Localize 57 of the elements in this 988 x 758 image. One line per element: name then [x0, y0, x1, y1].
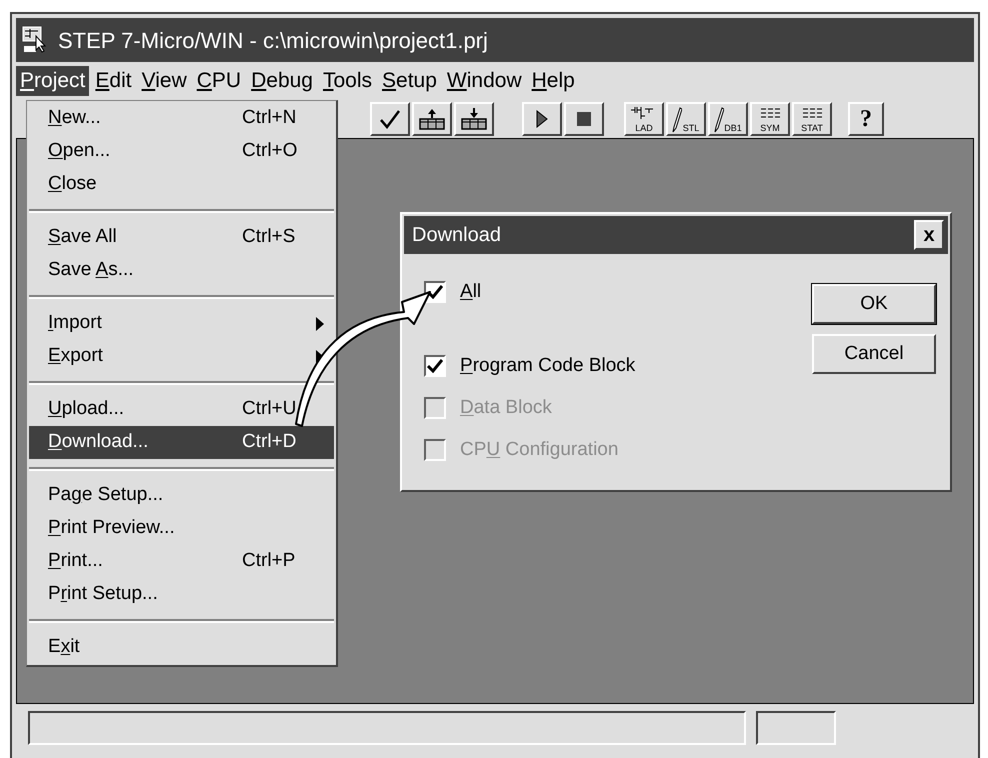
checkmark-icon	[427, 285, 443, 299]
submenu-arrow-icon	[316, 316, 324, 330]
menu-item[interactable]: Import	[29, 307, 334, 340]
menu-item[interactable]: Save All Ctrl+S	[29, 221, 334, 254]
window-title: STEP 7-Micro/WIN - c:\microwin\project1.prj	[58, 26, 488, 55]
checkmark-icon	[427, 359, 443, 373]
menu-bar-item[interactable]: Debug	[247, 66, 317, 96]
help-button[interactable]: ?	[848, 102, 884, 136]
menu-bar-item[interactable]: Help	[528, 66, 579, 96]
checkbox-label: All	[460, 280, 482, 304]
checkmark-icon	[378, 108, 402, 130]
checkbox-label: Data Block	[460, 396, 552, 420]
checkbox-label: Program Code Block	[460, 354, 636, 378]
menu-bar-item[interactable]: Project	[16, 66, 90, 96]
table-lines-icon	[761, 108, 781, 120]
pencil-icon	[672, 107, 682, 133]
pencil-icon	[714, 107, 724, 133]
close-button[interactable]: x	[914, 220, 944, 250]
menu-item[interactable]: Upload... Ctrl+U	[29, 393, 334, 426]
toolbar-button[interactable]: DB1	[708, 102, 748, 136]
upload-arrow-icon	[418, 107, 446, 131]
menu-item[interactable]: Open... Ctrl+O	[29, 135, 334, 168]
checkbox-label: CPU Configuration	[460, 438, 618, 462]
menu-item[interactable]: Print Setup...	[29, 578, 334, 611]
menu-item[interactable]: Download... Ctrl+D	[29, 426, 334, 459]
menu-item[interactable]: Exit	[29, 631, 334, 664]
toolbar-button[interactable]: LAD	[624, 102, 664, 136]
app-icon	[22, 26, 46, 54]
menu-bar-item[interactable]: Setup	[378, 66, 441, 96]
table-lines-icon	[803, 108, 823, 120]
menu-bar-item[interactable]: Edit	[91, 66, 136, 96]
ladder-icon	[631, 107, 655, 119]
upload-button[interactable]	[412, 102, 452, 136]
menu-bar-item[interactable]: CPU	[192, 66, 246, 96]
stop-button[interactable]	[564, 102, 604, 136]
menu-item[interactable]: Close	[29, 168, 334, 201]
run-button[interactable]	[522, 102, 562, 136]
checkbox[interactable]	[424, 355, 446, 377]
toolbar-button[interactable]: STAT	[792, 102, 832, 136]
stop-icon	[576, 111, 592, 127]
dialog-button[interactable]: Cancel	[812, 334, 936, 374]
download-button[interactable]	[454, 102, 494, 136]
toolbar-button[interactable]: SYM	[750, 102, 790, 136]
toolbar-button[interactable]: STL	[666, 102, 706, 136]
dialog-button[interactable]: OK	[812, 284, 936, 324]
menu-bar-item[interactable]: View	[138, 66, 191, 96]
download-arrow-icon	[460, 107, 488, 131]
check-button[interactable]	[370, 102, 410, 136]
dialog-title: Download	[412, 223, 501, 248]
menu-item[interactable]: Save As...	[29, 254, 334, 287]
menu-bar-item[interactable]: Tools	[318, 66, 376, 96]
menu-item[interactable]: Print Preview...	[29, 512, 334, 545]
menu-item[interactable]: New... Ctrl+N	[29, 102, 334, 135]
menu-item[interactable]: Page Setup...	[29, 479, 334, 512]
menu-item[interactable]: Print... Ctrl+P	[29, 545, 334, 578]
menu-bar-item[interactable]: Window	[442, 66, 526, 96]
play-icon	[535, 109, 549, 129]
